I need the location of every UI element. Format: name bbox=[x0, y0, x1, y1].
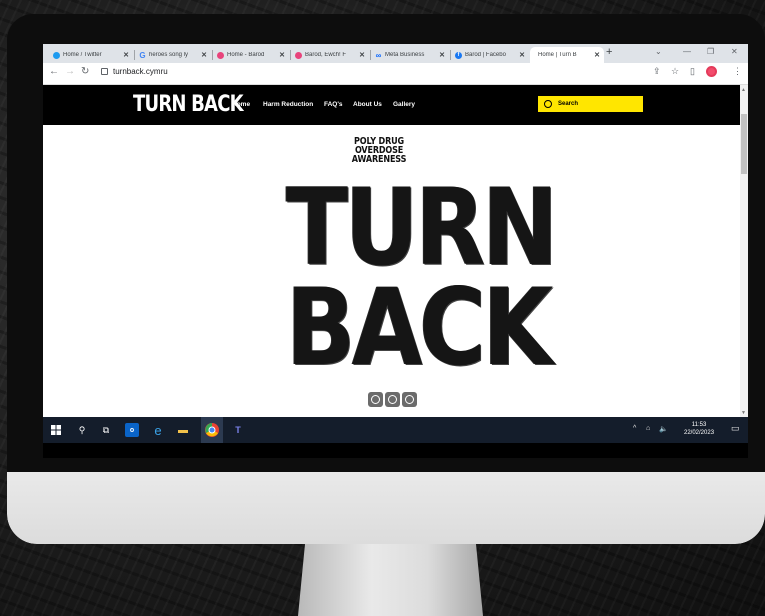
hero-tagline: POLY DRUG OVERDOSE AWARENESS bbox=[351, 136, 407, 165]
close-window-icon[interactable]: ✕ bbox=[731, 47, 738, 56]
hero-word-back: BACK bbox=[286, 266, 553, 389]
address-bar: ← → ↻ turnback.cymru ⇪ ☆ ▯ ⋮ bbox=[43, 63, 748, 85]
twitter-icon bbox=[53, 51, 60, 59]
close-icon[interactable]: ✕ bbox=[359, 51, 365, 59]
menu-icon[interactable]: ⋮ bbox=[733, 66, 742, 77]
outlook-icon[interactable]: o bbox=[125, 423, 139, 437]
teams-icon[interactable]: T bbox=[231, 423, 245, 437]
tab-turnback[interactable]: Home | Turn B ✕ bbox=[530, 47, 604, 63]
close-icon[interactable]: ✕ bbox=[201, 51, 207, 59]
barod-icon bbox=[295, 51, 302, 59]
search-icon[interactable]: ⚲ bbox=[75, 423, 89, 437]
site-logo[interactable]: TURN BACK bbox=[133, 92, 244, 117]
tab-search-icon[interactable]: ⌄ bbox=[655, 47, 662, 56]
close-icon[interactable]: ✕ bbox=[123, 51, 129, 59]
tab-barod-ewch[interactable]: Barod, Ewch! F ✕ bbox=[291, 47, 369, 63]
url-field[interactable]: turnback.cymru bbox=[113, 67, 168, 76]
search-icon bbox=[544, 100, 552, 108]
facebook-icon: f bbox=[455, 51, 462, 59]
restore-icon[interactable]: ❐ bbox=[707, 47, 714, 56]
profile-avatar[interactable] bbox=[706, 66, 717, 77]
search-input[interactable]: Search bbox=[538, 96, 643, 112]
close-icon[interactable]: ✕ bbox=[439, 51, 445, 59]
forward-icon[interactable]: → bbox=[65, 66, 75, 77]
nav-harm-reduction[interactable]: Harm Reduction bbox=[263, 101, 313, 108]
network-icon[interactable]: ⌂ bbox=[646, 425, 650, 432]
close-icon[interactable]: ✕ bbox=[279, 51, 285, 59]
windows-start-icon[interactable] bbox=[49, 423, 63, 437]
sidepanel-icon[interactable]: ▯ bbox=[690, 66, 695, 77]
meta-icon: ∞ bbox=[375, 50, 382, 60]
tab-google[interactable]: G heroes song ly ✕ bbox=[135, 47, 211, 63]
nav-about-us[interactable]: About Us bbox=[353, 101, 382, 108]
task-view-icon[interactable]: ⧉ bbox=[99, 423, 113, 437]
tab-twitter[interactable]: Home / Twitter ✕ bbox=[49, 47, 133, 63]
barod-icon bbox=[217, 51, 224, 59]
carousel-dots bbox=[368, 392, 417, 407]
share-icon[interactable]: ⇪ bbox=[653, 66, 661, 77]
taskbar: ⚲ ⧉ o e ▬ T ^ ⌂ 🔈 11:53 22/02/2023 ▭ bbox=[43, 417, 748, 443]
nav-faqs[interactable]: FAQ's bbox=[324, 101, 343, 108]
reload-icon[interactable]: ↻ bbox=[81, 66, 89, 77]
taskbar-clock[interactable]: 11:53 22/02/2023 bbox=[684, 421, 714, 437]
tab-strip: Home / Twitter ✕ G heroes song ly ✕ Home… bbox=[43, 44, 748, 63]
hero: POLY DRUG OVERDOSE AWARENESS TURN BACK bbox=[43, 125, 740, 417]
new-tab-button[interactable]: + bbox=[606, 46, 612, 58]
lock-icon bbox=[101, 68, 108, 75]
close-icon[interactable]: ✕ bbox=[594, 51, 600, 59]
carousel-dot[interactable] bbox=[385, 392, 400, 407]
carousel-dot[interactable] bbox=[368, 392, 383, 407]
google-icon: G bbox=[139, 50, 146, 60]
volume-icon[interactable]: 🔈 bbox=[659, 425, 668, 433]
nav-gallery[interactable]: Gallery bbox=[393, 101, 415, 108]
monitor: Home / Twitter ✕ G heroes song ly ✕ Home… bbox=[7, 14, 765, 544]
tab-barod-home[interactable]: Home - Barod ✕ bbox=[213, 47, 289, 63]
site-header: TURN BACK Home Harm Reduction FAQ's Abou… bbox=[43, 85, 740, 125]
scroll-up-icon[interactable]: ▲ bbox=[741, 87, 746, 93]
notifications-icon[interactable]: ▭ bbox=[731, 423, 740, 434]
tray-chevron-icon[interactable]: ^ bbox=[633, 425, 636, 432]
screen-bezel-bottom bbox=[43, 443, 748, 458]
monitor-stand bbox=[298, 540, 483, 616]
close-icon[interactable]: ✕ bbox=[519, 51, 525, 59]
tab-facebook[interactable]: f Barod | Facebo ✕ bbox=[451, 47, 529, 63]
bookmark-star-icon[interactable]: ☆ bbox=[671, 66, 679, 77]
monitor-chin bbox=[7, 472, 765, 544]
carousel-dot[interactable] bbox=[402, 392, 417, 407]
scroll-down-icon[interactable]: ▼ bbox=[741, 410, 746, 416]
tab-meta[interactable]: ∞ Meta Business ✕ bbox=[371, 47, 449, 63]
nav-home[interactable]: Home bbox=[232, 101, 250, 108]
back-icon[interactable]: ← bbox=[49, 66, 59, 77]
scrollbar-thumb[interactable] bbox=[741, 114, 747, 174]
file-explorer-icon[interactable]: ▬ bbox=[176, 423, 190, 437]
screen: Home / Twitter ✕ G heroes song ly ✕ Home… bbox=[43, 44, 748, 458]
minimize-icon[interactable]: — bbox=[683, 47, 691, 56]
edge-icon[interactable]: e bbox=[151, 423, 165, 438]
chrome-icon[interactable] bbox=[201, 417, 223, 443]
